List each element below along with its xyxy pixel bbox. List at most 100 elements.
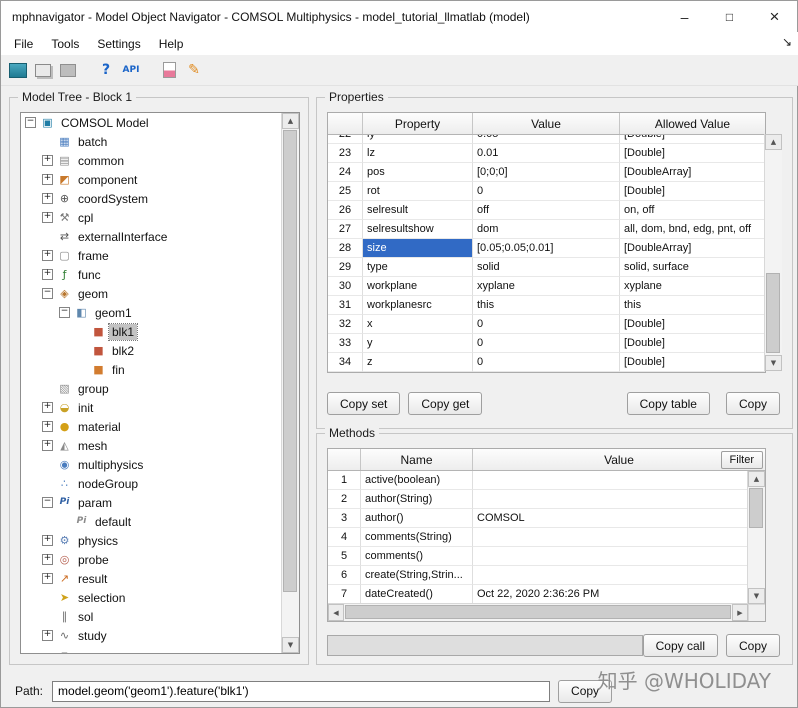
tree-item-fin[interactable]: ■ fin: [21, 360, 282, 379]
method-name-cell[interactable]: dateCreated(): [361, 585, 473, 604]
property-value-cell[interactable]: 0: [473, 353, 620, 372]
copy-table-button[interactable]: Copy table: [626, 392, 710, 415]
property-value-cell[interactable]: solid: [473, 258, 620, 277]
property-name-cell[interactable]: z: [363, 353, 473, 372]
expand-icon[interactable]: +: [42, 402, 53, 413]
copy-call-button[interactable]: Copy call: [642, 634, 718, 657]
property-name-cell[interactable]: type: [363, 258, 473, 277]
menu-settings[interactable]: Settings: [88, 34, 149, 54]
method-name-cell[interactable]: author(): [361, 509, 473, 528]
tree-item-result[interactable]: + ↗ result: [21, 569, 282, 588]
help-button[interactable]: ?: [94, 58, 118, 82]
tree-item-init[interactable]: + ◒ init: [21, 398, 282, 417]
expand-icon[interactable]: +: [42, 630, 53, 641]
tree-item-coordsystem[interactable]: + ⊕ coordSystem: [21, 189, 282, 208]
tree-item-component[interactable]: + ◩ component: [21, 170, 282, 189]
collapse-icon[interactable]: −: [59, 307, 70, 318]
property-allowed-cell[interactable]: [Double]: [620, 135, 765, 144]
method-value-cell[interactable]: [473, 471, 748, 490]
property-name-cell[interactable]: pos: [363, 163, 473, 182]
report-button[interactable]: [157, 58, 181, 82]
property-name-cell[interactable]: x: [363, 315, 473, 334]
methods-horizontal-scrollbar[interactable]: [328, 603, 748, 621]
row-number-cell[interactable]: 25: [328, 182, 363, 201]
row-number-cell[interactable]: 6: [328, 566, 361, 585]
row-number-cell[interactable]: 28: [328, 239, 363, 258]
tree-item-blk2[interactable]: ■ blk2: [21, 341, 282, 360]
expand-icon[interactable]: +: [42, 440, 53, 451]
window-stack-button[interactable]: [31, 58, 55, 82]
copy-get-button[interactable]: Copy get: [408, 392, 483, 415]
row-number-cell[interactable]: 31: [328, 296, 363, 315]
scroll-left-icon[interactable]: [328, 604, 344, 621]
scroll-down-icon[interactable]: [282, 637, 299, 653]
tree-item-probe[interactable]: + ◎ probe: [21, 550, 282, 569]
tree-item-group[interactable]: ▧ group: [21, 379, 282, 398]
row-number-cell[interactable]: 3: [328, 509, 361, 528]
expand-icon[interactable]: +: [42, 174, 53, 185]
expand-icon[interactable]: +: [42, 212, 53, 223]
tree-item-sol[interactable]: ∥ sol: [21, 607, 282, 626]
tree-scrollbar-thumb[interactable]: [283, 130, 297, 592]
minimize-button[interactable]: –: [662, 1, 707, 32]
property-allowed-cell[interactable]: all, dom, bnd, edg, pnt, off: [620, 220, 765, 239]
method-name-cell[interactable]: active(boolean): [361, 471, 473, 490]
property-allowed-cell[interactable]: [Double]: [620, 315, 765, 334]
copy-methods-button[interactable]: Copy: [725, 634, 780, 657]
row-number-cell[interactable]: 27: [328, 220, 363, 239]
property-name-cell[interactable]: y: [363, 334, 473, 353]
tree-item-geom1[interactable]: − ◧ geom1: [21, 303, 282, 322]
scroll-right-icon[interactable]: [732, 604, 748, 621]
property-allowed-cell[interactable]: this: [620, 296, 765, 315]
tree-item-comsol-model[interactable]: − ▣ COMSOL Model: [21, 113, 282, 132]
model-navigator-button[interactable]: [6, 58, 30, 82]
property-allowed-cell[interactable]: [Double]: [620, 182, 765, 201]
property-allowed-cell[interactable]: [DoubleArray]: [620, 163, 765, 182]
property-name-cell[interactable]: rot: [363, 182, 473, 201]
method-name-cell[interactable]: comments(String): [361, 528, 473, 547]
menu-tools[interactable]: Tools: [42, 34, 88, 54]
tree-item-partial[interactable]: ▫: [21, 645, 282, 653]
property-value-cell[interactable]: 0: [473, 334, 620, 353]
row-number-cell[interactable]: 1: [328, 471, 361, 490]
scroll-down-icon[interactable]: [748, 588, 765, 604]
methods-scrollbar-thumb[interactable]: [749, 488, 763, 528]
property-name-cell[interactable]: workplanesrc: [363, 296, 473, 315]
method-call-field[interactable]: [327, 635, 643, 656]
method-value-cell[interactable]: [473, 566, 748, 585]
collapse-icon[interactable]: −: [42, 497, 53, 508]
tree-item-material[interactable]: + ● material: [21, 417, 282, 436]
row-number-cell[interactable]: 29: [328, 258, 363, 277]
tree-item-externalinterface[interactable]: ⇄ externalInterface: [21, 227, 282, 246]
property-allowed-cell[interactable]: [DoubleArray]: [620, 239, 765, 258]
method-name-cell[interactable]: comments(): [361, 547, 473, 566]
property-name-cell[interactable]: workplane: [363, 277, 473, 296]
tree-item-blk1[interactable]: ■ blk1: [21, 322, 282, 341]
collapse-icon[interactable]: −: [42, 288, 53, 299]
path-input[interactable]: [52, 680, 551, 702]
menu-file[interactable]: File: [5, 34, 42, 54]
methods-vertical-scrollbar[interactable]: [747, 471, 765, 604]
method-value-cell[interactable]: [473, 528, 748, 547]
pen-button[interactable]: ✎: [182, 58, 206, 82]
row-number-cell[interactable]: 32: [328, 315, 363, 334]
tree-item-param[interactable]: − Pi param: [21, 493, 282, 512]
property-name-cell[interactable]: size: [363, 239, 473, 258]
tree-item-multiphysics[interactable]: ◉ multiphysics: [21, 455, 282, 474]
collapse-icon[interactable]: −: [25, 117, 36, 128]
tree-item-study[interactable]: + ∿ study: [21, 626, 282, 645]
property-value-cell[interactable]: 0: [473, 182, 620, 201]
property-allowed-cell[interactable]: solid, surface: [620, 258, 765, 277]
row-number-cell[interactable]: 24: [328, 163, 363, 182]
copy-properties-button[interactable]: Copy: [725, 392, 780, 415]
expand-icon[interactable]: +: [42, 193, 53, 204]
copy-set-button[interactable]: Copy set: [327, 392, 401, 415]
scroll-up-icon[interactable]: [748, 471, 765, 487]
filter-button[interactable]: Filter: [720, 451, 763, 469]
property-value-cell[interactable]: off: [473, 201, 620, 220]
tree-item-cpl[interactable]: + ⚒ cpl: [21, 208, 282, 227]
property-value-cell[interactable]: 0.05: [473, 135, 620, 144]
row-number-cell[interactable]: 22: [328, 135, 363, 144]
expand-icon[interactable]: +: [42, 269, 53, 280]
method-value-cell[interactable]: [473, 490, 748, 509]
